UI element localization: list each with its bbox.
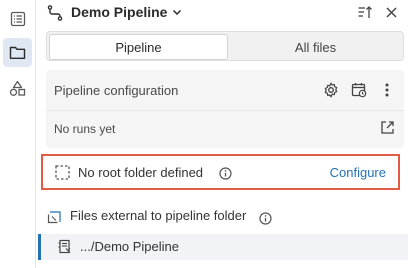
- shapes-icon: [9, 80, 26, 96]
- rail-list-button[interactable]: [3, 4, 32, 33]
- more-vert-icon[interactable]: [380, 81, 394, 99]
- pipeline-header: Demo Pipeline: [46, 0, 408, 26]
- close-icon[interactable]: [383, 4, 399, 20]
- list-icon: [10, 11, 25, 26]
- chevron-down-icon[interactable]: [170, 5, 184, 19]
- tab-pipeline[interactable]: Pipeline: [49, 34, 228, 60]
- external-files-label[interactable]: Files external to pipeline folder: [70, 208, 246, 223]
- view-tabs: Pipeline All files: [46, 31, 404, 61]
- rail-shapes-button[interactable]: [3, 74, 32, 103]
- pipeline-configuration-panel: Pipeline configuration No runs yet: [46, 70, 404, 148]
- gear-icon[interactable]: [322, 81, 340, 99]
- config-title: Pipeline configuration: [54, 83, 179, 98]
- info-icon[interactable]: [218, 166, 232, 180]
- external-link-icon[interactable]: [379, 119, 395, 135]
- info-icon[interactable]: [258, 211, 272, 225]
- root-folder-text: No root folder defined: [78, 165, 204, 180]
- sort-icon[interactable]: [356, 3, 374, 21]
- file-label: .../Demo Pipeline: [80, 239, 179, 254]
- pipeline-icon: [46, 4, 64, 22]
- root-folder-notice: No root folder defined Configure: [41, 154, 400, 190]
- notebook-icon: [56, 238, 74, 256]
- calendar-icon[interactable]: [350, 81, 368, 99]
- activity-rail: [0, 0, 36, 268]
- page-title[interactable]: Demo Pipeline: [71, 4, 167, 20]
- file-row-demo-pipeline[interactable]: .../Demo Pipeline: [38, 234, 408, 260]
- configure-link[interactable]: Configure: [330, 165, 386, 180]
- dashed-folder-icon: [54, 164, 70, 180]
- config-divider: [46, 110, 404, 111]
- tab-all-files[interactable]: All files: [228, 34, 403, 60]
- rail-folder-button[interactable]: [3, 38, 32, 67]
- run-status: No runs yet: [54, 122, 116, 136]
- folder-icon: [9, 46, 26, 59]
- external-folder-icon: [46, 209, 62, 225]
